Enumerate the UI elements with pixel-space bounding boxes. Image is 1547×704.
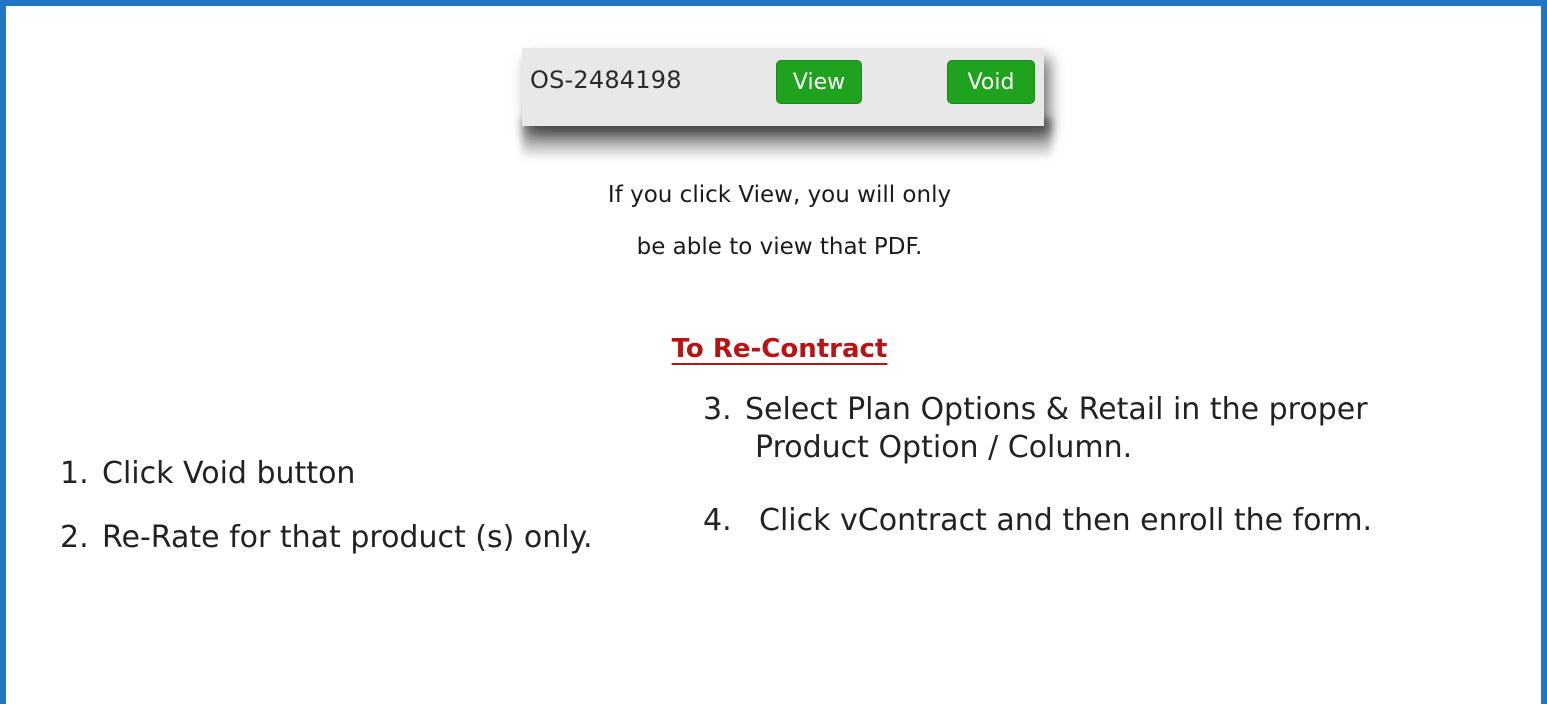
screenshot-excerpt: OS-2484198 View Void [522, 48, 1052, 163]
step-text-continued: Product Option / Column. [755, 430, 1133, 465]
order-row: OS-2484198 View Void [522, 48, 1044, 126]
document-frame: OS-2484198 View Void If you click View, … [0, 0, 1547, 704]
order-id: OS-2484198 [530, 66, 682, 94]
step-number: 4. [703, 503, 732, 538]
void-button[interactable]: Void [947, 60, 1035, 104]
step-item: 2. Re-Rate for that product (s) only. [60, 518, 593, 582]
step-number: 2. [60, 520, 89, 555]
step-text: Click Void button [102, 456, 356, 491]
step-number: 3. [703, 392, 732, 427]
step-item: 3. Select Plan Options & Retail in the pr… [703, 391, 1372, 501]
step-text: Click vContract and then enroll the form… [759, 503, 1373, 538]
step-item: 1. Click Void button [60, 454, 593, 518]
view-button[interactable]: View [776, 60, 862, 104]
step-number: 1. [60, 456, 89, 491]
caption-line-1: If you click View, you will only [607, 182, 952, 208]
caption-line-2: be able to view that PDF. [636, 234, 923, 260]
section-heading: To Re-Contract [671, 334, 888, 364]
steps-list-left: 1. Click Void button 2. Re-Rate for that p… [60, 454, 593, 582]
step-item: 4. Click vContract and then enroll the fo… [703, 501, 1372, 541]
step-text: Select Plan Options & Retail in the prop… [745, 392, 1368, 427]
step-text: Re-Rate for that product (s) only. [102, 520, 593, 555]
steps-list-right: 3. Select Plan Options & Retail in the pr… [703, 391, 1372, 541]
